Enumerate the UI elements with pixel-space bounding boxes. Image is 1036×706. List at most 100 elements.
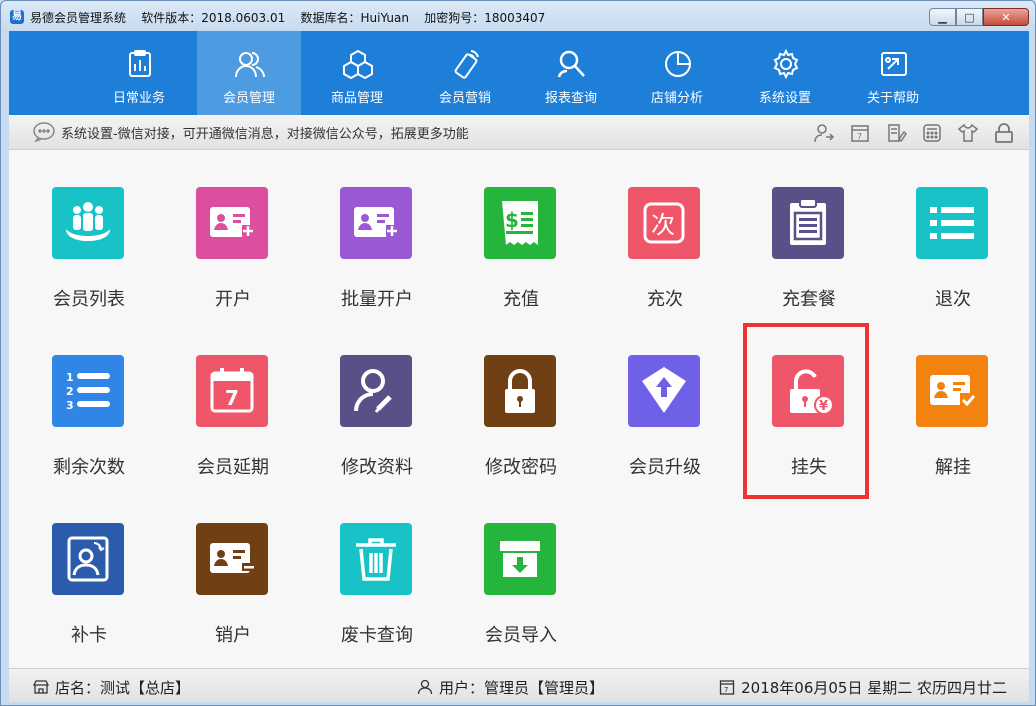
minimize-button[interactable]: ▁	[929, 8, 956, 26]
list-icon	[930, 207, 974, 239]
trash-icon	[356, 538, 396, 581]
nav-system-settings[interactable]: 系统设置	[733, 31, 837, 115]
status-bar: 店名：测试【总店】 用户：管理员【管理员】 7 2018年06月05日 星期二 农…	[9, 668, 1029, 702]
numbered-list-icon: 123	[66, 371, 110, 412]
nav-label: 关于帮助	[866, 91, 919, 106]
nav-about-help[interactable]: 关于帮助	[841, 31, 945, 115]
tile-remaining-count[interactable]: 123 剩余次数	[17, 355, 161, 505]
calendar-icon[interactable]: 7	[847, 121, 873, 145]
calculator-icon[interactable]	[919, 121, 945, 145]
app-logo-icon: 易	[10, 10, 24, 24]
tile-edit-profile[interactable]: 修改资料	[305, 355, 449, 505]
gear-icon	[773, 49, 799, 79]
tile-member-extend[interactable]: 7 会员延期	[161, 355, 305, 505]
svg-text:7: 7	[857, 132, 862, 141]
close-icon: ✕	[1001, 10, 1011, 24]
nav-member-management[interactable]: 会员管理	[197, 31, 301, 115]
clipboard-list-icon	[790, 198, 826, 245]
tile-open-account[interactable]: 开户	[161, 187, 305, 337]
tile-label: 充次	[647, 289, 683, 310]
tile-label: 充值	[503, 289, 539, 310]
status-date: 7 2018年06月05日 星期二 农历四月廿二	[719, 677, 1007, 698]
nav-label: 系统设置	[758, 91, 811, 106]
tile-label: 会员列表	[53, 289, 125, 310]
nav-label: 会员管理	[222, 91, 275, 106]
tile-cancel-loss[interactable]: 解挂	[881, 355, 1025, 505]
tile-void-card-query[interactable]: 废卡查询	[305, 523, 449, 673]
app-window: 易 易德会员管理系统 软件版本：2018.0603.01 数据库名：HuiYua…	[0, 0, 1036, 706]
tile-refund-count[interactable]: 退次	[881, 187, 1025, 337]
close-button[interactable]: ✕	[983, 8, 1029, 26]
tile-member-upgrade[interactable]: 会员升级	[593, 355, 737, 505]
tile-icon-box: 123	[52, 355, 124, 427]
status-user: 用户：管理员【管理员】	[417, 677, 604, 698]
svg-text:1: 1	[66, 371, 74, 384]
tile-label: 会员导入	[485, 625, 557, 646]
tile-icon-box	[772, 187, 844, 259]
tile-icon-box	[340, 187, 412, 259]
tile-icon-box: 次	[628, 187, 700, 259]
shirt-icon[interactable]	[955, 121, 981, 145]
tile-member-import[interactable]: 会员导入	[449, 523, 593, 673]
tile-recharge-package[interactable]: 充套餐	[737, 187, 881, 337]
lock-icon[interactable]	[991, 121, 1017, 145]
window-title: 易德会员管理系统 软件版本：2018.0603.01 数据库名：HuiYuan …	[30, 11, 546, 25]
nav-label: 店铺分析	[650, 91, 703, 106]
tile-recharge[interactable]: $ 充值	[449, 187, 593, 337]
tile-icon-box	[628, 355, 700, 427]
quick-tools: 7	[811, 121, 1017, 145]
nav-report-query[interactable]: 报表查询	[519, 31, 623, 115]
tile-icon-box	[340, 355, 412, 427]
nav-label: 会员营销	[438, 91, 491, 106]
user-switch-icon[interactable]	[811, 121, 837, 145]
nav-label: 商品管理	[330, 91, 383, 106]
current-date: 2018年06月05日 星期二 农历四月廿二	[741, 679, 1007, 697]
tile-icon-box: 7	[196, 355, 268, 427]
store-name: 店名：测试【总店】	[55, 679, 191, 697]
nav-store-analysis[interactable]: 店铺分析	[625, 31, 729, 115]
nav-member-marketing[interactable]: 会员营销	[413, 31, 517, 115]
id-card-add-icon	[354, 207, 398, 237]
user-edit-icon	[354, 369, 392, 413]
tile-icon-box	[196, 187, 268, 259]
status-store: 店名：测试【总店】	[33, 677, 190, 698]
tile-label: 销户	[215, 625, 251, 646]
tile-icon-box	[484, 523, 556, 595]
svg-text:3: 3	[66, 399, 74, 412]
chat-bubble-icon	[33, 122, 55, 142]
svg-text:$: $	[505, 208, 519, 232]
clipboard-chart-icon	[129, 50, 151, 77]
window-controls: ▁ □ ✕	[929, 8, 1029, 28]
maximize-icon: □	[964, 10, 975, 24]
tile-icon-box: $	[484, 187, 556, 259]
nav-product-management[interactable]: 商品管理	[305, 31, 409, 115]
selection-highlight	[743, 323, 869, 499]
tile-batch-open[interactable]: 批量开户	[305, 187, 449, 337]
tile-label: 会员延期	[197, 457, 269, 478]
edit-note-icon[interactable]	[883, 121, 909, 145]
search-person-icon	[557, 50, 585, 78]
id-card-check-icon	[930, 375, 976, 407]
tile-change-password[interactable]: 修改密码	[449, 355, 593, 505]
help-arrow-icon	[881, 52, 907, 76]
main-nav: 日常业务 会员管理 商品管理 会员营销 报表查询 店铺分析 系统设置 关于帮助	[9, 31, 1029, 115]
users-icon	[235, 52, 265, 78]
maximize-button[interactable]: □	[956, 8, 983, 26]
tile-label: 批量开户	[341, 289, 413, 310]
tile-label: 补卡	[71, 625, 107, 646]
function-grid: 会员列表 开户 批量开户 $ 充值 次 充次 充套餐 退次 1 2 3 剩余次数…	[9, 150, 1029, 668]
tile-icon-box	[52, 523, 124, 595]
nav-label: 报表查询	[544, 91, 597, 106]
archive-download-icon	[500, 541, 540, 577]
tile-replace-card[interactable]: 补卡	[17, 523, 161, 673]
tile-label: 开户	[215, 289, 251, 310]
tile-icon-box	[916, 355, 988, 427]
id-card-add-icon	[210, 207, 254, 237]
tile-close-account[interactable]: 销户	[161, 523, 305, 673]
pie-chart-icon	[665, 51, 691, 77]
tile-recharge-count[interactable]: 次 充次	[593, 187, 737, 337]
nav-daily-business[interactable]: 日常业务	[87, 31, 191, 115]
tile-member-list[interactable]: 会员列表	[17, 187, 161, 337]
user-icon	[417, 679, 433, 695]
tile-label: 充套餐	[782, 289, 836, 310]
